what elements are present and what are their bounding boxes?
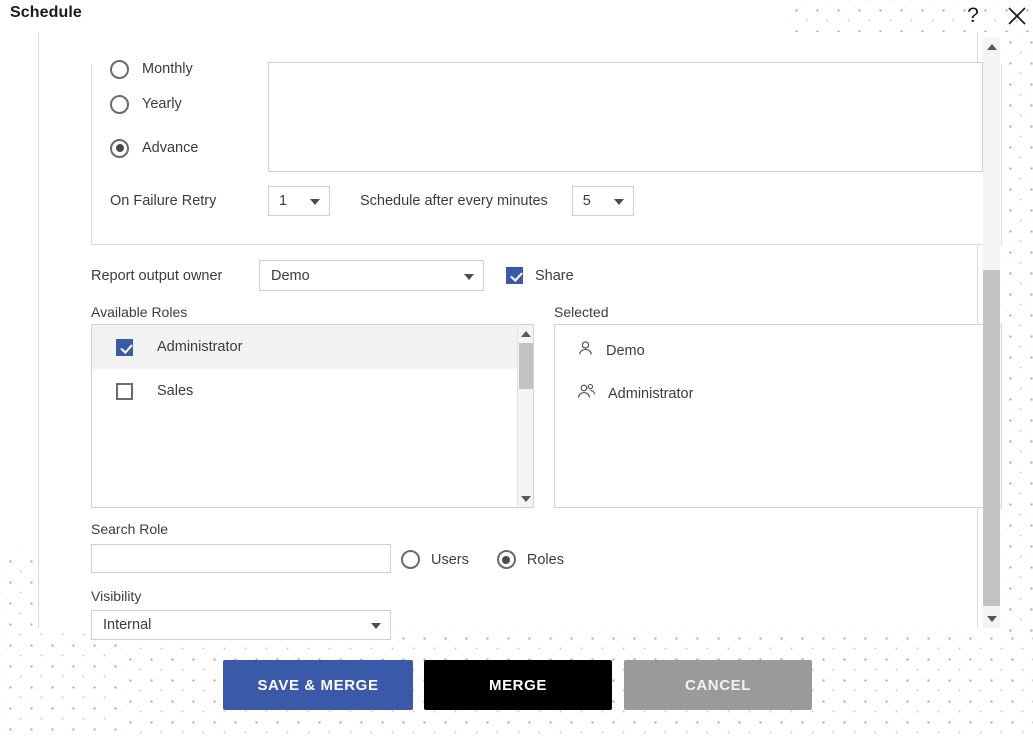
radio-users-icon[interactable] <box>401 550 420 569</box>
report-output-owner-value: Demo <box>271 267 310 284</box>
chevron-down-icon <box>464 273 474 280</box>
dialog-button-bar: SAVE & MERGE MERGE CANCEL <box>0 660 1033 712</box>
selected-caption: Selected <box>554 304 609 320</box>
list-item[interactable]: Administrator <box>92 325 533 369</box>
available-roles-caption: Available Roles <box>91 304 188 320</box>
selected-label: Demo <box>606 342 645 359</box>
triangle-down-icon <box>521 495 531 502</box>
radio-monthly-label: Monthly <box>142 61 193 77</box>
selected-list: Demo Administrator <box>554 324 1002 508</box>
radio-option-yearly[interactable]: Yearly <box>110 82 290 126</box>
users-group-icon-svg <box>578 383 595 398</box>
radio-monthly-icon <box>110 59 129 79</box>
available-roles-scrollbar[interactable] <box>517 325 533 507</box>
cancel-button[interactable]: CANCEL <box>624 660 812 710</box>
scroll-up-arrow-icon[interactable] <box>983 38 1000 56</box>
save-and-merge-button[interactable]: SAVE & MERGE <box>223 660 413 710</box>
chevron-down-icon <box>310 199 320 205</box>
schedule-expression-textarea[interactable] <box>268 62 983 172</box>
report-output-owner-select[interactable]: Demo <box>259 260 484 291</box>
dialog-titlebar: Schedule ? <box>0 0 1033 32</box>
retry-count-value: 1 <box>279 193 288 209</box>
search-role-input[interactable] <box>91 544 391 573</box>
chevron-down-icon <box>371 623 381 629</box>
scrollbar-thumb[interactable] <box>983 270 1000 606</box>
users-group-icon <box>577 383 596 405</box>
merge-button[interactable]: MERGE <box>424 660 612 710</box>
scroll-up-arrow-icon[interactable] <box>518 325 533 342</box>
role-checkbox-sales[interactable] <box>116 382 133 400</box>
triangle-up-icon <box>986 44 997 50</box>
list-item[interactable]: Demo <box>555 329 1001 372</box>
report-output-owner-row: Report output owner Demo Share <box>91 260 574 291</box>
radio-roles-label: Roles <box>526 551 564 568</box>
list-item[interactable]: Sales <box>92 369 533 413</box>
user-icon-svg <box>579 340 592 355</box>
chevron-down-icon <box>613 199 624 205</box>
role-checkbox-administrator[interactable] <box>116 338 133 356</box>
visibility-value: Internal <box>103 617 152 633</box>
dot-pattern-right <box>1000 32 1033 632</box>
frequency-radio-group: Monthly Yearly Advance <box>110 59 290 170</box>
radio-option-advance[interactable]: Advance <box>110 126 290 170</box>
radio-option-monthly[interactable]: Monthly <box>110 56 290 82</box>
scroll-down-arrow-icon[interactable] <box>983 610 1000 628</box>
triangle-up-icon <box>521 330 531 337</box>
radio-yearly-label: Yearly <box>142 96 182 112</box>
role-label: Sales <box>157 383 194 399</box>
role-label: Administrator <box>157 339 243 355</box>
selected-label: Administrator <box>608 385 694 402</box>
on-failure-retry-row: On Failure Retry 1 Schedule after every … <box>110 186 634 216</box>
dialog-scrollbar[interactable] <box>983 38 1000 628</box>
radio-users-label: Users <box>431 551 469 568</box>
schedule-after-minutes-label: Schedule after every minutes <box>360 193 548 209</box>
on-failure-retry-label: On Failure Retry <box>110 193 217 209</box>
visibility-caption: Visibility <box>91 588 142 604</box>
list-item[interactable]: Administrator <box>555 372 1001 415</box>
close-icon[interactable] <box>1004 3 1030 29</box>
minutes-value: 5 <box>582 193 591 209</box>
search-role-caption: Search Role <box>91 521 169 537</box>
available-roles-list: Administrator Sales <box>91 324 534 508</box>
scroll-down-arrow-icon[interactable] <box>518 490 533 507</box>
triangle-down-icon <box>986 616 997 622</box>
dialog-body: Monthly Yearly Advance On Failure Retry … <box>38 32 1002 640</box>
user-icon <box>577 340 594 362</box>
question-mark-icon[interactable]: ? <box>960 3 986 29</box>
radio-roles-icon[interactable] <box>496 550 516 569</box>
scrollbar-thumb[interactable] <box>519 343 533 389</box>
share-checkbox[interactable] <box>506 267 523 284</box>
visibility-select[interactable]: Internal <box>91 610 391 640</box>
schedule-settings-panel: Monthly Yearly Advance On Failure Retry … <box>91 59 1002 245</box>
retry-count-select[interactable]: 1 <box>268 186 330 216</box>
search-mode-radio-group: Users Roles <box>401 550 592 569</box>
minutes-select[interactable]: 5 <box>571 186 634 216</box>
radio-advance-icon <box>110 138 129 158</box>
report-output-owner-label: Report output owner <box>91 267 223 284</box>
radio-yearly-icon <box>110 94 129 114</box>
page-title: Schedule <box>10 4 82 21</box>
share-label: Share <box>535 267 574 284</box>
close-icon-svg <box>1008 7 1026 25</box>
radio-advance-label: Advance <box>142 140 199 156</box>
